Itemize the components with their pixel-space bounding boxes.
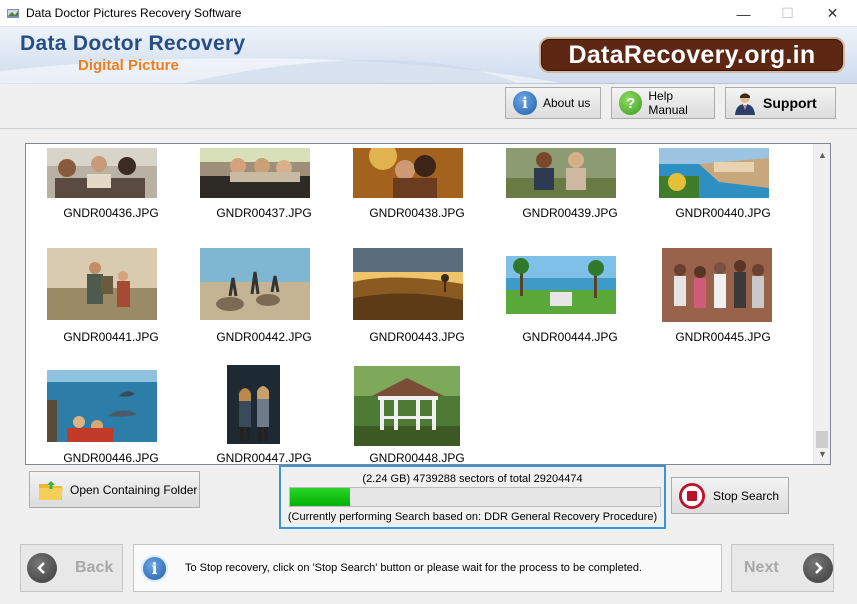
file-name: GNDR00444.JPG	[522, 330, 618, 344]
photo-thumbnail[interactable]	[659, 148, 769, 198]
next-arrow-icon	[802, 553, 833, 583]
file-name: GNDR00439.JPG	[522, 206, 618, 220]
search-progress-panel: (2.24 GB) 4739288 sectors of total 29204…	[279, 465, 666, 529]
next-button[interactable]: Next	[731, 544, 834, 592]
stop-search-button[interactable]: Stop Search	[671, 477, 789, 514]
recovered-files-gallery[interactable]: GNDR00436.JPG GNDR00437.JPG GNDR00438.JP…	[25, 143, 831, 465]
app-icon	[7, 9, 19, 18]
file-name: GNDR00440.JPG	[675, 206, 771, 220]
support-label: Support	[763, 95, 817, 111]
help-manual-button[interactable]: ? Help Manual	[611, 87, 715, 119]
scroll-up-arrow[interactable]: ▲	[814, 146, 830, 163]
scroll-down-arrow[interactable]: ▼	[814, 445, 830, 462]
photo-thumbnail[interactable]	[354, 366, 460, 446]
maximize-button[interactable]: ☐	[765, 0, 810, 27]
back-arrow-icon	[27, 553, 57, 583]
progress-bar	[289, 487, 661, 507]
file-name: GNDR00437.JPG	[216, 206, 312, 220]
file-name: GNDR00442.JPG	[216, 330, 312, 344]
photo-thumbnail[interactable]	[506, 148, 616, 198]
photo-thumbnail[interactable]	[506, 256, 616, 314]
photo-thumbnail[interactable]	[47, 370, 157, 442]
window-titlebar: Data Doctor Pictures Recovery Software —…	[0, 0, 857, 27]
info-icon: i	[513, 91, 537, 115]
search-procedure-note: (Currently performing Search based on: D…	[287, 511, 658, 523]
window-title: Data Doctor Pictures Recovery Software	[26, 6, 242, 20]
photo-thumbnail[interactable]	[662, 248, 772, 322]
stop-search-label: Stop Search	[713, 488, 780, 503]
vertical-scrollbar[interactable]: ▲ ▼	[813, 144, 830, 464]
photo-thumbnail[interactable]	[353, 248, 463, 320]
photo-thumbnail[interactable]	[47, 148, 157, 198]
file-name: GNDR00443.JPG	[369, 330, 465, 344]
sectors-progress-text: (2.24 GB) 4739288 sectors of total 29204…	[362, 473, 583, 485]
brand-subtitle: Digital Picture	[78, 57, 179, 74]
back-label: Back	[75, 559, 114, 576]
progress-bar-fill	[290, 488, 351, 506]
help-icon: ?	[619, 91, 643, 115]
status-info-text: To Stop recovery, click on 'Stop Search'…	[185, 562, 643, 574]
photo-thumbnail[interactable]	[47, 248, 157, 320]
support-button[interactable]: Support	[725, 87, 836, 119]
status-info-bar: i To Stop recovery, click on 'Stop Searc…	[133, 544, 722, 592]
info-icon: i	[141, 554, 168, 582]
open-folder-label: Open Containing Folder	[70, 482, 198, 497]
wizard-footer: Back i To Stop recovery, click on 'Stop …	[0, 535, 857, 604]
back-button[interactable]: Back	[20, 544, 123, 592]
photo-thumbnail[interactable]	[200, 248, 310, 320]
header-banner: Data Doctor Recovery Digital Picture Dat…	[0, 27, 857, 84]
website-badge[interactable]: DataRecovery.org.in	[539, 37, 845, 73]
photo-thumbnail[interactable]	[200, 148, 310, 198]
file-name: GNDR00436.JPG	[63, 206, 159, 220]
file-name: GNDR00446.JPG	[63, 451, 159, 465]
stop-icon	[679, 482, 705, 509]
file-name: GNDR00448.JPG	[369, 451, 465, 465]
help-manual-label: Help Manual	[648, 89, 688, 117]
open-containing-folder-button[interactable]: Open Containing Folder	[29, 471, 200, 508]
photo-thumbnail[interactable]	[227, 365, 280, 444]
file-name: GNDR00441.JPG	[63, 330, 159, 344]
about-us-button[interactable]: i About us	[505, 87, 601, 119]
about-us-label: About us	[543, 96, 591, 110]
close-button[interactable]: ✕	[810, 0, 855, 27]
next-label: Next	[744, 559, 779, 576]
folder-icon	[38, 479, 64, 501]
file-name: GNDR00447.JPG	[216, 451, 312, 465]
divider	[0, 128, 857, 129]
minimize-button[interactable]: —	[721, 0, 766, 27]
file-name: GNDR00445.JPG	[675, 330, 771, 344]
photo-thumbnail[interactable]	[353, 148, 463, 198]
file-name: GNDR00438.JPG	[369, 206, 465, 220]
brand-title: Data Doctor Recovery	[20, 32, 246, 55]
support-person-icon	[733, 91, 757, 115]
